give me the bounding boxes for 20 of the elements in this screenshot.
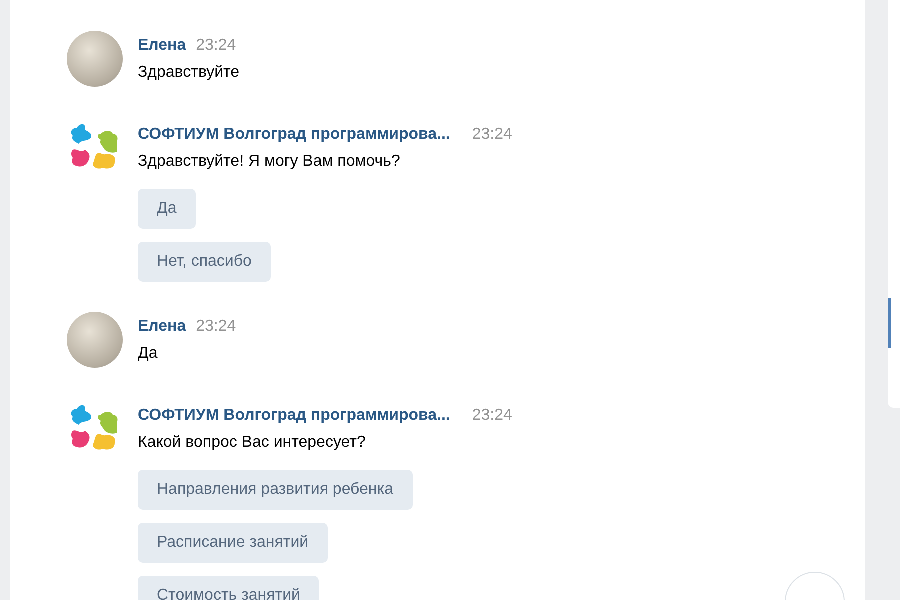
reply-button[interactable]: Да [138, 189, 196, 229]
message-time: 23:24 [196, 36, 236, 56]
message-time: 23:24 [196, 317, 236, 337]
message-time: 23:24 [472, 406, 512, 426]
reply-button[interactable]: Расписание занятий [138, 523, 328, 563]
author-name-link[interactable]: Елена [138, 315, 186, 339]
message-text: Какой вопрос Вас интересует? [138, 433, 367, 453]
author-name-link[interactable]: СОФТИУМ Волгоград программирова... [138, 123, 450, 147]
message-text: Да [138, 344, 159, 364]
reply-button[interactable]: Стоимость занятий [138, 576, 320, 600]
reply-button[interactable]: Направления развития ребенка [138, 470, 413, 510]
puzzle-logo-icon [71, 405, 118, 450]
message-text: Здравствуйте [138, 63, 240, 83]
author-name-link[interactable]: Елена [138, 34, 186, 58]
reply-button[interactable]: Нет, спасибо [138, 242, 271, 282]
message-time: 23:24 [472, 125, 512, 145]
puzzle-logo-icon [71, 124, 118, 169]
author-name-link[interactable]: СОФТИУМ Волгоград программирова... [138, 404, 450, 428]
active-menu-indicator [888, 298, 891, 348]
message-text: Здравствуйте! Я могу Вам помочь? [138, 152, 402, 172]
